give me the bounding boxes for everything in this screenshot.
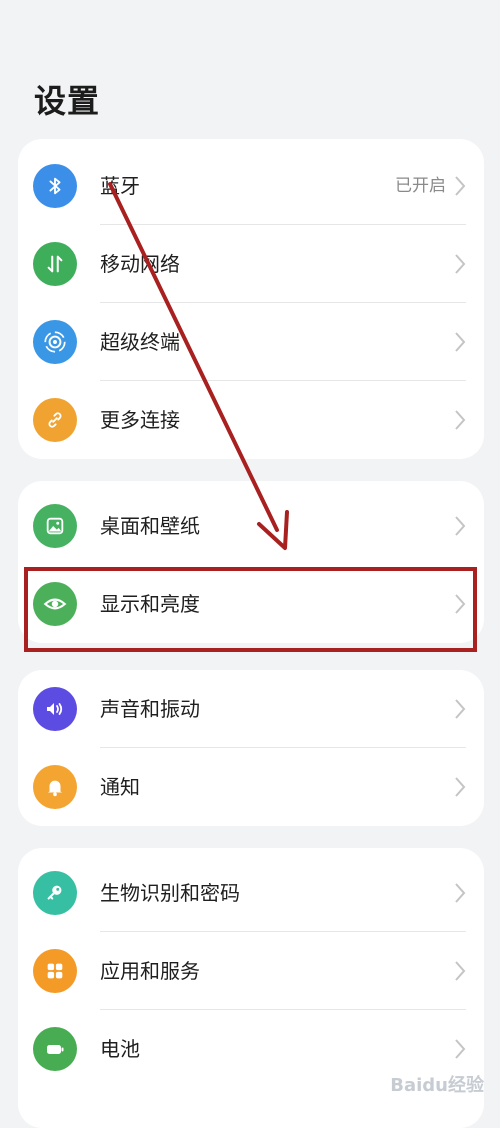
bell-icon [33, 765, 77, 809]
settings-item-notifications[interactable]: 通知 [18, 748, 484, 826]
settings-item-display-brightness[interactable]: 显示和亮度 [18, 565, 484, 643]
chevron-right-icon [455, 594, 466, 614]
battery-icon [33, 1027, 77, 1071]
wallpaper-icon [33, 504, 77, 548]
chevron-right-icon [455, 777, 466, 797]
eye-icon [33, 582, 77, 626]
bluetooth-icon [33, 164, 77, 208]
chevron-right-icon [455, 516, 466, 536]
key-icon [33, 871, 77, 915]
settings-item-label: 蓝牙 [100, 174, 140, 198]
chevron-right-icon [455, 961, 466, 981]
settings-item-biometrics-password[interactable]: 生物识别和密码 [18, 854, 484, 932]
settings-item-label: 移动网络 [100, 252, 180, 276]
settings-group-display: 桌面和壁纸 显示和亮度 [18, 481, 484, 643]
settings-item-label: 通知 [100, 775, 140, 799]
chevron-right-icon [455, 1039, 466, 1059]
settings-item-bluetooth[interactable]: 蓝牙 已开启 [18, 147, 484, 225]
mobile-data-icon [33, 242, 77, 286]
settings-item-label: 应用和服务 [100, 959, 200, 983]
settings-item-more-connections[interactable]: 更多连接 [18, 381, 484, 459]
settings-group-sound-notifications: 声音和振动 通知 [18, 670, 484, 826]
settings-item-mobile-network[interactable]: 移动网络 [18, 225, 484, 303]
settings-item-label: 桌面和壁纸 [100, 514, 200, 538]
settings-item-sound-vibration[interactable]: 声音和振动 [18, 670, 484, 748]
page-title: 设置 [34, 82, 101, 120]
speaker-icon [33, 687, 77, 731]
chevron-right-icon [455, 176, 466, 196]
settings-item-label: 显示和亮度 [100, 592, 200, 616]
settings-item-label: 超级终端 [100, 330, 180, 354]
settings-item-label: 生物识别和密码 [100, 881, 240, 905]
chevron-right-icon [455, 883, 466, 903]
settings-item-super-device[interactable]: 超级终端 [18, 303, 484, 381]
chevron-right-icon [455, 254, 466, 274]
apps-grid-icon [33, 949, 77, 993]
chevron-right-icon [455, 699, 466, 719]
chevron-right-icon [455, 332, 466, 352]
settings-item-label: 更多连接 [100, 408, 180, 432]
settings-item-label: 声音和振动 [100, 697, 200, 721]
settings-item-apps-services[interactable]: 应用和服务 [18, 932, 484, 1010]
settings-item-label: 电池 [100, 1037, 140, 1061]
link-icon [33, 398, 77, 442]
watermark: Baidu经验 [390, 1071, 484, 1097]
super-device-icon [33, 320, 77, 364]
bluetooth-status-value: 已开启 [395, 176, 446, 196]
watermark-text: Baidu经验 [390, 1075, 484, 1096]
chevron-right-icon [455, 410, 466, 430]
settings-item-desktop-wallpaper[interactable]: 桌面和壁纸 [18, 487, 484, 565]
settings-group-connectivity: 蓝牙 已开启 移动网络 超级终端 更多连接 [18, 139, 484, 459]
